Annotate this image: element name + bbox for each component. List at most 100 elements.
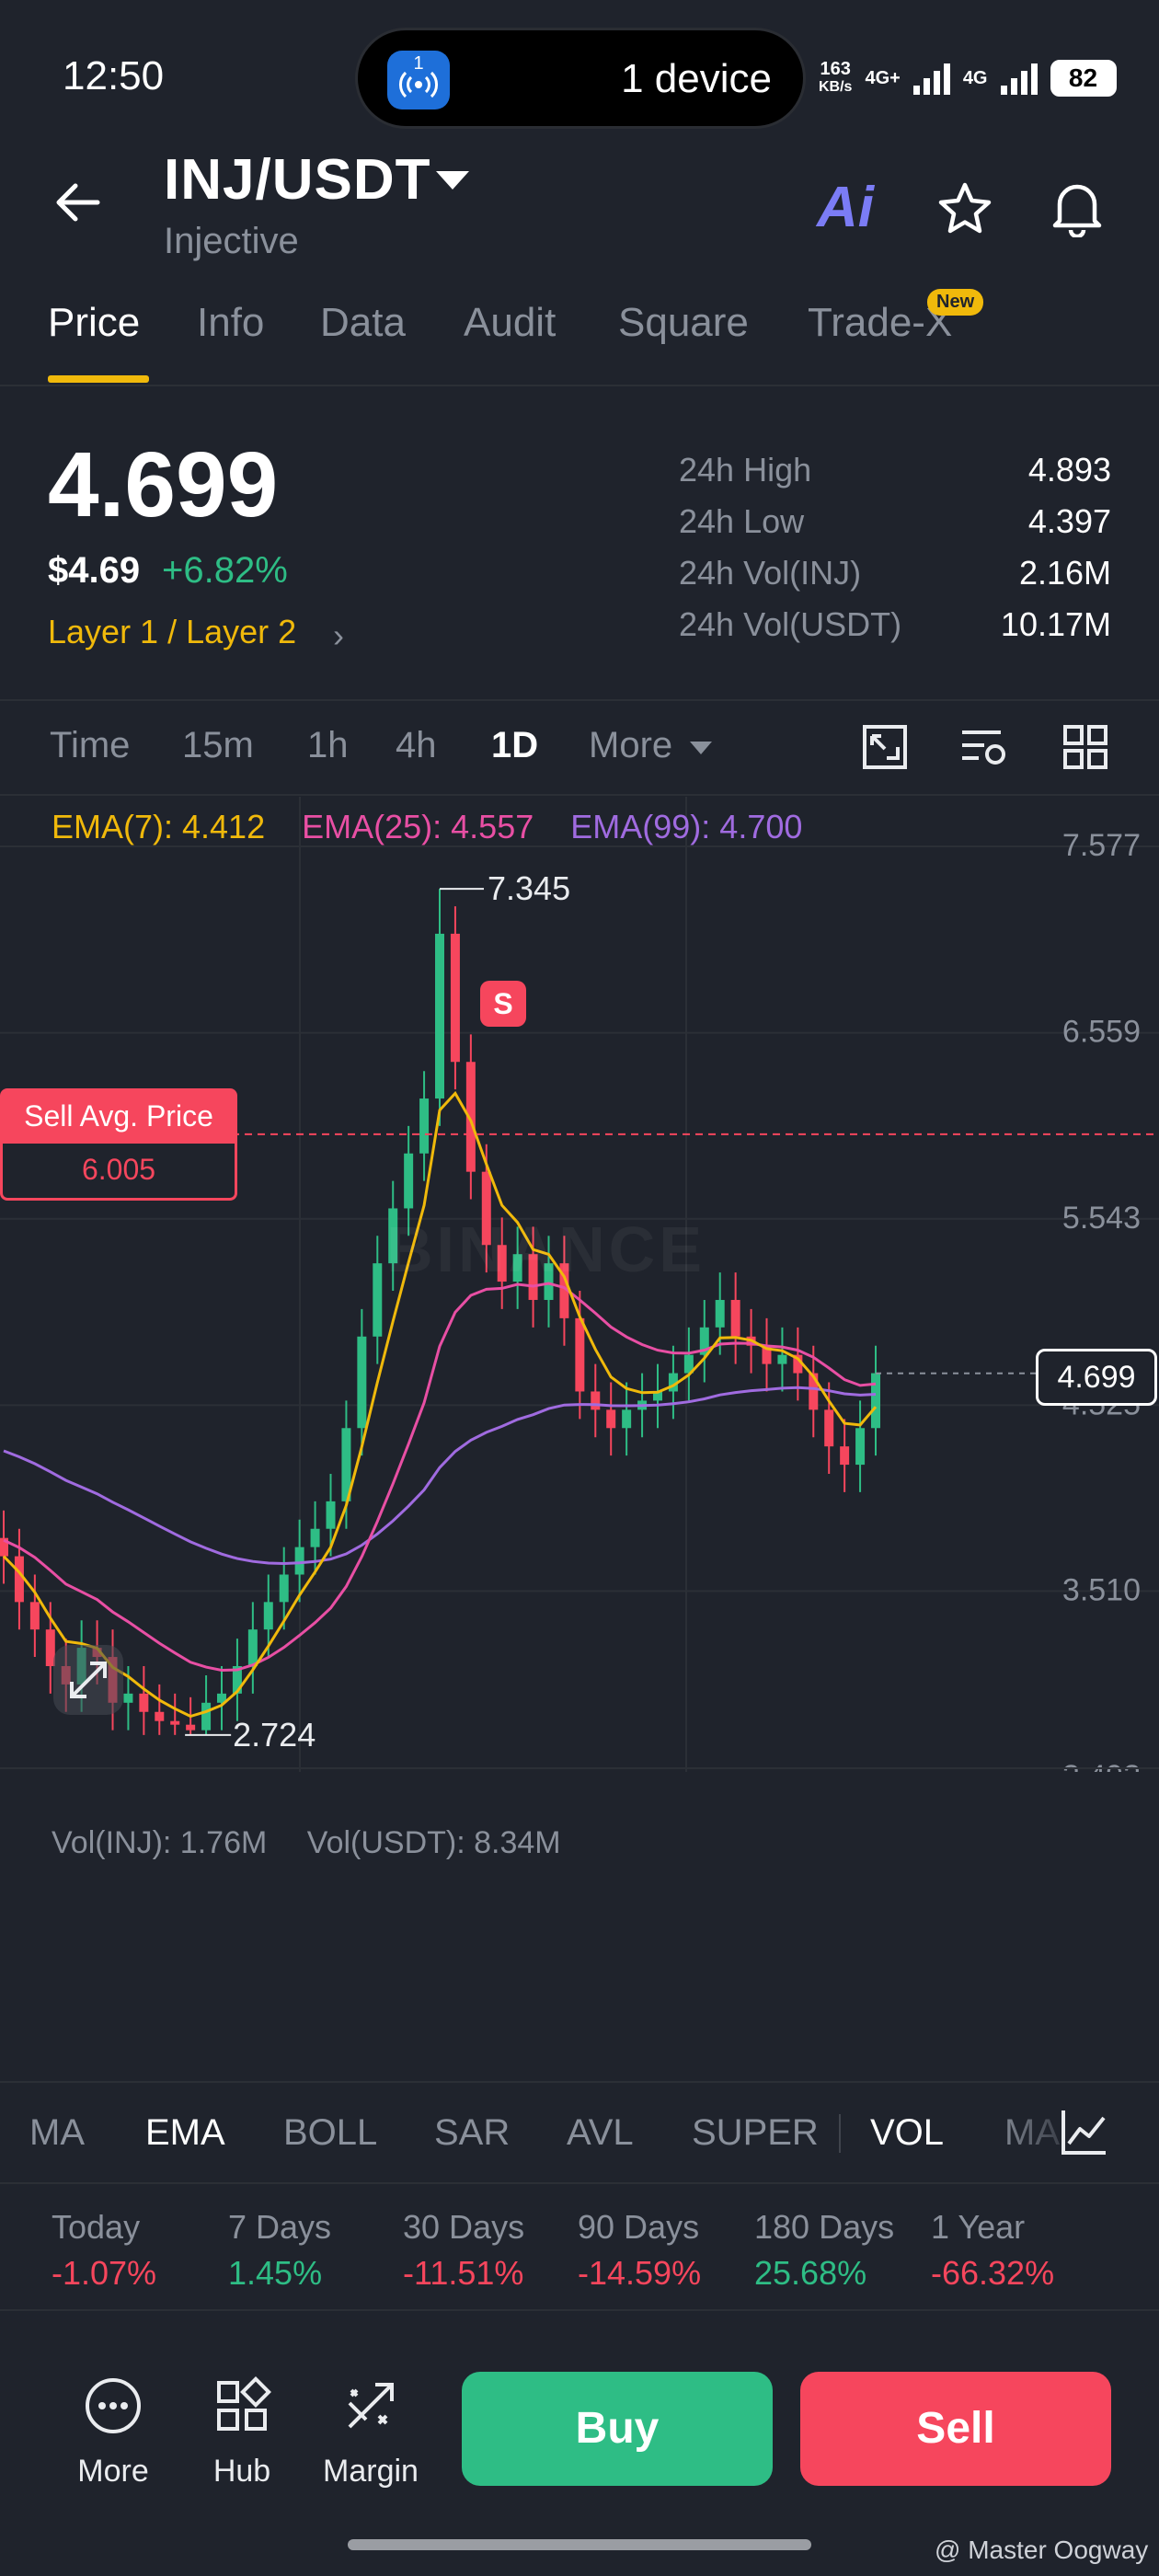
home-indicator[interactable] — [348, 2539, 811, 2550]
y-tick-label: 3.510 — [1062, 1572, 1141, 1607]
candle-body — [139, 1693, 149, 1712]
divider — [839, 2114, 841, 2153]
timeframe-4h[interactable]: 4h — [396, 725, 437, 766]
sell-avg-value: 6.005 — [0, 1144, 237, 1201]
ema25-line — [3, 1282, 877, 1673]
depth-chart-icon[interactable] — [859, 721, 911, 773]
tab-audit[interactable]: Audit — [464, 300, 556, 346]
price-change: +6.82% — [162, 550, 288, 591]
candle-body — [404, 1153, 414, 1209]
signal-icon — [912, 62, 950, 95]
y-tick-label: 5.543 — [1062, 1201, 1141, 1236]
last-price: 4.699 — [48, 433, 279, 536]
candle-body — [29, 1602, 40, 1630]
candle-body — [606, 1409, 616, 1429]
ema7-label: EMA(7): 4.412 — [52, 808, 266, 845]
indicator-avl[interactable]: AVL — [567, 2112, 634, 2154]
indicator-sar[interactable]: SAR — [434, 2112, 510, 2154]
perf-7d: 7 Days 1.45% — [228, 2208, 332, 2292]
indicator-vol[interactable]: VOL — [870, 2112, 944, 2154]
candle-body — [170, 1720, 180, 1725]
sell-marker[interactable]: S — [480, 981, 526, 1027]
tab-price[interactable]: Price — [48, 300, 140, 346]
chevron-right-icon[interactable]: › — [333, 616, 344, 655]
dynamic-island[interactable]: 1 1 device — [355, 28, 806, 129]
stat-24h-vol-usdt: 24h Vol(USDT) 10.17M — [679, 605, 1111, 643]
candle-body — [715, 1299, 725, 1328]
margin-button[interactable]: Margin — [320, 2374, 421, 2490]
last-price-tag: 4.699 — [1036, 1349, 1157, 1406]
candle-body — [310, 1528, 320, 1547]
network-type-1: 4G+ — [865, 67, 901, 88]
sell-avg-label: Sell Avg. Price — [0, 1088, 237, 1144]
more-icon — [86, 2378, 141, 2433]
timeframe-1h[interactable]: 1h — [307, 725, 349, 766]
ema99-label: EMA(99): 4.700 — [570, 808, 803, 845]
bell-icon[interactable] — [1049, 177, 1106, 237]
back-arrow-icon[interactable] — [52, 175, 107, 230]
timeframe-15m[interactable]: 15m — [182, 725, 254, 766]
hub-button[interactable]: Hub — [191, 2374, 293, 2490]
vol-usdt-label: Vol(USDT): 8.34M — [306, 1825, 561, 1860]
timeframe-more[interactable]: More — [589, 725, 672, 766]
candle-body — [730, 1299, 740, 1337]
new-badge: New — [927, 289, 984, 316]
low-label: 2.724 — [233, 1716, 316, 1754]
candle-body — [279, 1574, 289, 1603]
ema99-line — [3, 1386, 877, 1566]
ai-icon[interactable]: Ai — [817, 175, 874, 240]
tab-info[interactable]: Info — [197, 300, 264, 346]
tab-square[interactable]: Square — [618, 300, 749, 346]
candle-body — [840, 1446, 850, 1466]
category-link[interactable]: Layer 1 / Layer 2 — [48, 613, 296, 651]
battery-icon: 82 — [1050, 60, 1117, 97]
buy-button[interactable]: Buy — [462, 2372, 773, 2486]
perf-30d: 30 Days -11.51% — [403, 2208, 525, 2292]
candle-body — [294, 1547, 304, 1575]
candle-body — [123, 1693, 133, 1703]
net-speed: 163 KB/s — [819, 59, 853, 95]
chevron-down-icon[interactable] — [436, 171, 469, 190]
performance-strip: Today -1.07% 7 Days 1.45% 30 Days -11.51% 9… — [0, 2184, 1159, 2311]
stat-24h-high: 24h High 4.893 — [679, 451, 1111, 489]
more-label: More — [77, 2454, 149, 2489]
tab-data[interactable]: Data — [320, 300, 406, 346]
hub-label: Hub — [212, 2454, 271, 2489]
more-button[interactable]: More — [63, 2374, 164, 2490]
volume-legend: Vol(INJ): 1.76M Vol(USDT): 8.34M — [52, 1825, 592, 1861]
hotspot-count: 1 — [413, 53, 424, 74]
layout-grid-icon[interactable] — [1060, 721, 1111, 773]
chart-type-icon[interactable] — [1058, 2107, 1109, 2158]
pair-title[interactable]: INJ/USDT — [164, 147, 430, 213]
chevron-down-icon[interactable] — [690, 742, 712, 754]
margin-icon — [348, 2383, 394, 2429]
indicator-super[interactable]: SUPER — [692, 2112, 819, 2154]
star-icon[interactable] — [936, 180, 993, 237]
status-icons: 163 KB/s 4G+ 4G 82 — [819, 55, 1122, 101]
pair-name: Injective — [164, 221, 299, 261]
timeframe-1d[interactable]: 1D — [491, 725, 538, 766]
indicator-settings-icon[interactable] — [958, 721, 1010, 773]
candle-body — [357, 1336, 367, 1429]
indicator-ma[interactable]: MA — [29, 2112, 85, 2154]
usd-price: $4.69 — [48, 550, 141, 591]
indicator-boll[interactable]: BOLL — [283, 2112, 377, 2154]
candle-body — [263, 1602, 273, 1630]
expand-icon[interactable] — [53, 1645, 123, 1715]
sell-button[interactable]: Sell — [800, 2372, 1111, 2486]
stat-24h-vol-inj: 24h Vol(INJ) 2.16M — [679, 554, 1111, 592]
network-type-2: 4G — [962, 67, 988, 88]
candle-body — [591, 1391, 601, 1410]
sell-avg-price-tag[interactable]: Sell Avg. Price 6.005 — [0, 1088, 237, 1201]
indicator-ema[interactable]: EMA — [145, 2112, 225, 2154]
vol-inj-label: Vol(INJ): 1.76M — [52, 1825, 268, 1860]
candle-body — [777, 1354, 787, 1364]
timeframe-time[interactable]: Time — [50, 725, 130, 766]
hotspot-icon: 1 — [387, 51, 450, 109]
tab-bar: Price Info Data Audit Square Trade-X New — [0, 289, 1159, 386]
candle-body — [855, 1428, 866, 1466]
stat-24h-low: 24h Low 4.397 — [679, 502, 1111, 540]
y-tick-label: 7.577 — [1062, 828, 1141, 863]
timeframe-bar: Time 15m 1h 4h 1D More — [0, 699, 1159, 796]
stats-panel: 24h High 4.893 24h Low 4.397 24h Vol(INJ) 2… — [679, 451, 1111, 657]
